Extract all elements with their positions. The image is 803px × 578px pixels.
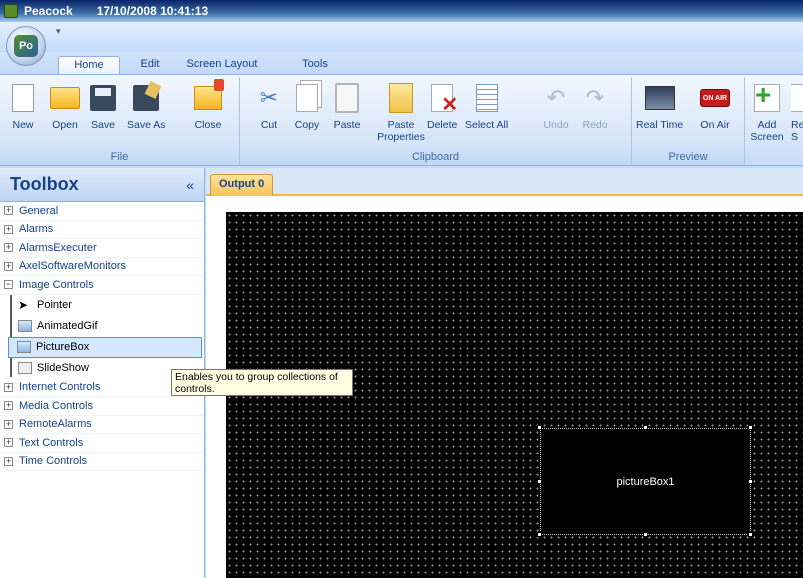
expand-icon[interactable]: + xyxy=(4,382,13,392)
pointer-icon: ➤ xyxy=(18,298,29,312)
resize-handle[interactable] xyxy=(748,479,753,484)
category-time-controls[interactable]: + Time Controls xyxy=(0,453,204,471)
quick-access-dropdown-icon[interactable]: ▾ xyxy=(56,26,61,37)
real-time-button[interactable]: Real Time xyxy=(636,81,683,131)
save-as-button[interactable]: Save As xyxy=(127,81,166,131)
real-time-icon xyxy=(644,86,675,110)
tab-tools[interactable]: Tools xyxy=(292,56,338,74)
image-icon xyxy=(18,320,32,332)
category-alarms[interactable]: + Alarms xyxy=(0,221,204,239)
toolbox-header: Toolbox « xyxy=(0,168,204,202)
expand-icon[interactable]: + xyxy=(4,261,13,271)
resize-handle[interactable] xyxy=(537,479,542,484)
resize-handle[interactable] xyxy=(748,425,753,430)
title-timestamp: 17/10/2008 10:41:13 xyxy=(96,4,209,18)
expand-icon[interactable]: + xyxy=(4,206,13,216)
undo-button[interactable]: ↶ Undo xyxy=(541,81,571,131)
paste-properties-icon xyxy=(389,83,413,113)
resize-handle[interactable] xyxy=(748,532,753,537)
partial-screen-button[interactable]: Re S xyxy=(791,81,803,143)
category-text-controls[interactable]: + Text Controls xyxy=(0,434,204,453)
clipboard-group-label: Clipboard xyxy=(240,149,631,165)
app-title: Peacock xyxy=(24,4,73,18)
expand-icon[interactable]: + xyxy=(4,419,13,429)
save-icon xyxy=(90,85,116,111)
file-group: New Open Save Save As Close File xyxy=(0,77,240,165)
delete-button[interactable]: Delete xyxy=(427,81,458,131)
copy-button[interactable]: Copy xyxy=(292,81,322,131)
new-button[interactable]: New xyxy=(8,81,38,131)
tool-pointer[interactable]: ➤ Pointer xyxy=(0,295,204,316)
save-as-icon xyxy=(133,85,160,111)
screens-group: Add Screen Re S xyxy=(745,77,803,165)
select-all-icon xyxy=(475,84,498,112)
expand-icon[interactable]: + xyxy=(4,438,13,448)
category-alarms-executer[interactable]: + AlarmsExecuter xyxy=(0,239,204,258)
expand-icon[interactable]: + xyxy=(4,243,13,253)
category-axel-software-monitors[interactable]: + AxelSoftwareMonitors xyxy=(0,258,204,276)
resize-handle[interactable] xyxy=(643,425,648,430)
category-image-controls[interactable]: − Image Controls xyxy=(0,276,204,295)
preview-group: Real Time ON AIR On Air Preview xyxy=(632,77,745,165)
resize-handle[interactable] xyxy=(537,532,542,537)
redo-icon: ↷ xyxy=(585,85,605,110)
folder-icon xyxy=(50,87,80,109)
undo-icon: ↶ xyxy=(546,85,566,110)
title-bar: Peacock 17/10/2008 10:41:13 xyxy=(0,0,803,22)
screen-icon xyxy=(791,84,803,112)
expand-icon[interactable]: + xyxy=(4,401,13,411)
app-logo-icon: Po xyxy=(14,35,38,57)
image-controls-items: ➤ Pointer AnimatedGif PictureBox SlideSho… xyxy=(0,294,204,379)
category-media-controls[interactable]: + Media Controls xyxy=(0,397,204,416)
tab-home[interactable]: Home xyxy=(58,56,120,74)
add-screen-icon xyxy=(754,79,780,112)
tool-animated-gif[interactable]: AnimatedGif xyxy=(0,316,204,337)
app-icon xyxy=(4,4,18,18)
application-menu-button[interactable]: Po xyxy=(6,26,46,66)
picture-box-label: pictureBox1 xyxy=(616,475,675,488)
slideshow-icon xyxy=(18,362,32,374)
toolbox-title: Toolbox xyxy=(10,174,79,194)
preview-group-label: Preview xyxy=(632,149,744,165)
add-screen-button[interactable]: Add Screen xyxy=(750,79,783,143)
resize-handle[interactable] xyxy=(537,425,542,430)
on-air-icon: ON AIR xyxy=(700,89,730,107)
tab-edit[interactable]: Edit xyxy=(130,56,170,74)
category-general[interactable]: + General xyxy=(0,202,204,221)
tab-output-0[interactable]: Output 0 xyxy=(210,174,274,196)
cut-button[interactable]: ✂ Cut xyxy=(254,81,284,131)
tooltip: Enables you to group collections of cont… xyxy=(171,369,353,396)
paste-button[interactable]: Paste xyxy=(332,81,362,131)
clipboard-icon xyxy=(335,83,359,113)
redo-button[interactable]: ↷ Redo xyxy=(580,81,610,131)
new-document-icon xyxy=(12,84,34,112)
document-tab-bar: Output 0 xyxy=(206,168,803,196)
picture-box-control[interactable]: pictureBox1 xyxy=(540,428,751,535)
resize-handle[interactable] xyxy=(643,532,648,537)
collapse-panel-icon[interactable]: « xyxy=(186,177,194,193)
paste-properties-button[interactable]: Paste Properties xyxy=(376,81,426,143)
category-remote-alarms[interactable]: + RemoteAlarms xyxy=(0,416,204,434)
open-button[interactable]: Open xyxy=(50,81,80,131)
quick-access-bar xyxy=(0,22,803,52)
tool-picture-box[interactable]: PictureBox xyxy=(8,336,202,358)
select-all-button[interactable]: Select All xyxy=(465,81,508,131)
file-group-label: File xyxy=(0,149,239,165)
close-folder-icon xyxy=(194,79,224,110)
image-icon xyxy=(17,341,31,353)
tab-screen-layout[interactable]: Screen Layout xyxy=(177,56,267,74)
on-air-button[interactable]: ON AIR On Air xyxy=(700,81,730,131)
clipboard-group: ✂ Cut Copy Paste Paste Properties Delete… xyxy=(240,77,632,165)
save-button[interactable]: Save xyxy=(88,81,118,131)
expand-icon[interactable]: + xyxy=(4,224,13,234)
delete-icon xyxy=(431,84,458,117)
expand-icon[interactable]: + xyxy=(4,456,13,466)
ribbon-tabs: Home Edit Screen Layout Tools xyxy=(0,52,803,74)
scissors-icon: ✂ xyxy=(259,85,279,110)
ribbon: New Open Save Save As Close File ✂ Cut C… xyxy=(0,74,803,166)
copy-icon xyxy=(296,84,318,112)
close-button[interactable]: Close xyxy=(193,79,224,131)
collapse-icon[interactable]: − xyxy=(4,280,13,290)
